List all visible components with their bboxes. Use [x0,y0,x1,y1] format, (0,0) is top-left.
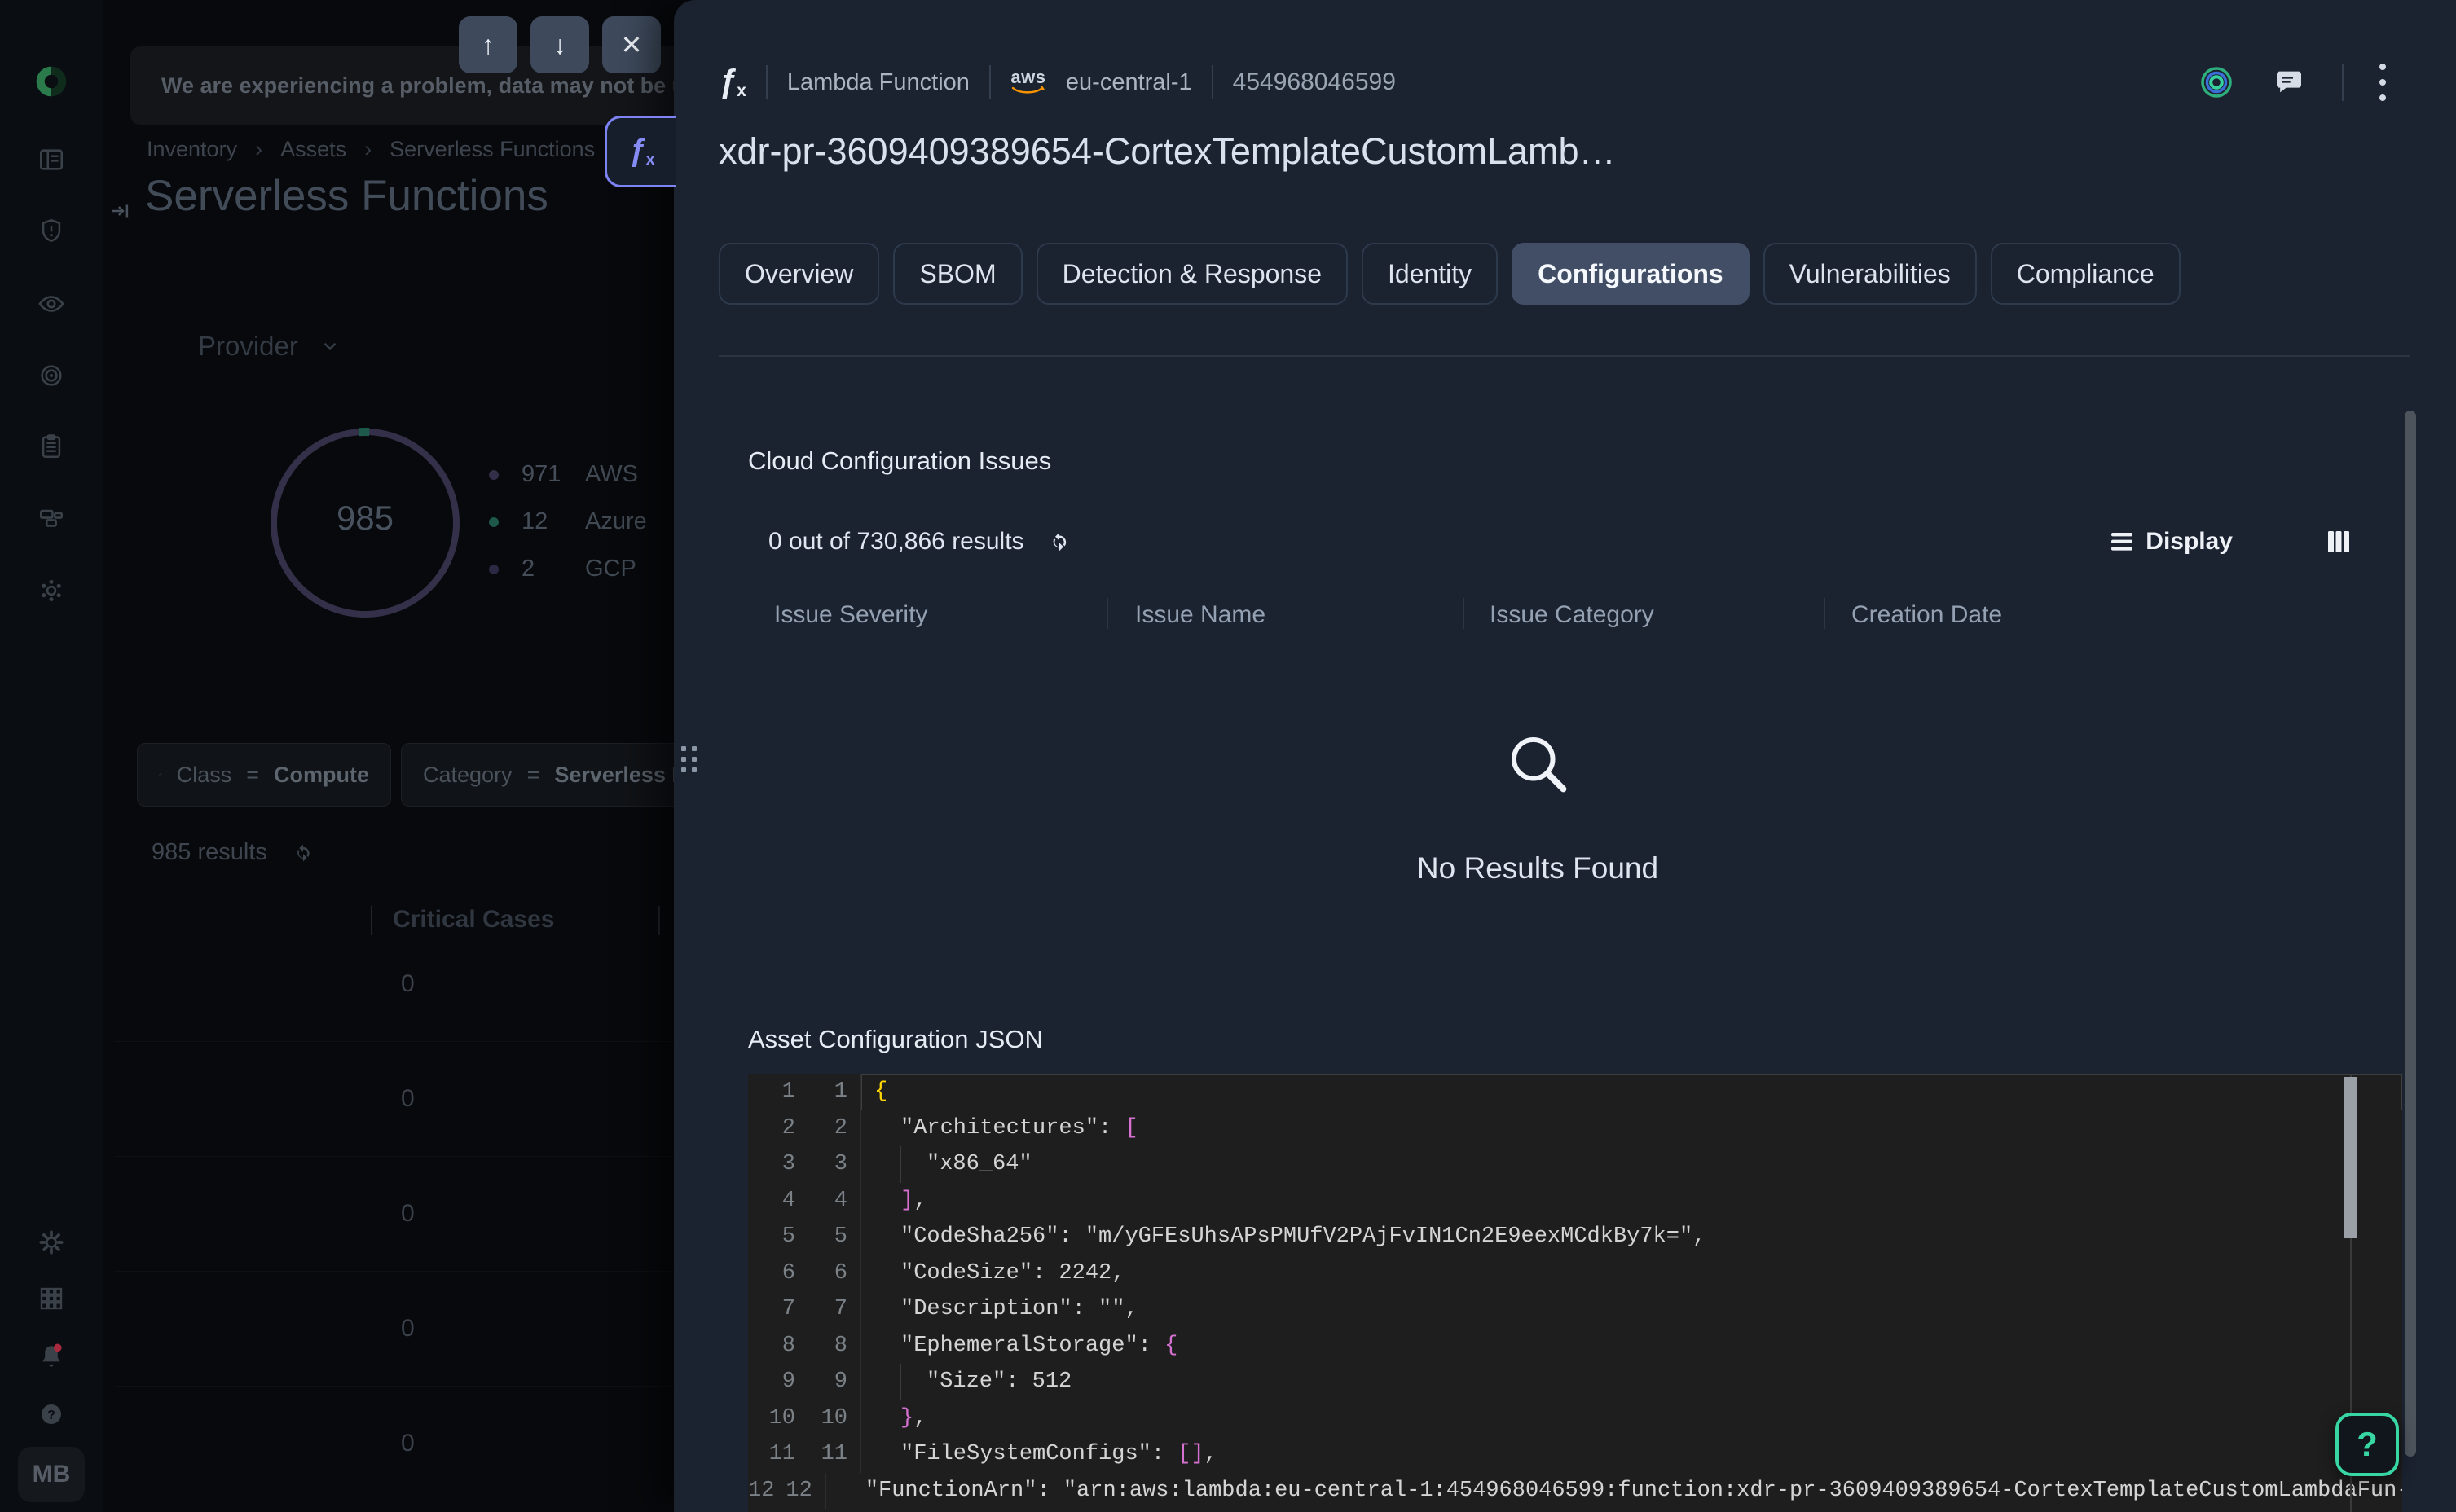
assets-blocks-icon[interactable] [33,501,69,537]
cortex-logo[interactable] [33,64,69,99]
azure-legend-dot [489,517,499,527]
help-circle-icon[interactable]: ? [33,1396,69,1432]
help-button[interactable]: ? [2335,1413,2399,1476]
app-sidebar: ? MB [0,0,103,1512]
no-results-text: No Results Found [1417,851,1658,886]
columns-icon[interactable] [2327,530,2350,553]
table-row[interactable]: 0 [401,1085,415,1113]
column-header-issue-severity[interactable]: Issue Severity [774,601,927,629]
column-header-issue-name[interactable]: Issue Name [1135,601,1265,629]
search-icon [1503,729,1572,798]
code-line: 88"EphemeralStorage": { [748,1328,2402,1365]
banner-close-button[interactable]: ✕ [602,16,661,73]
chevron-down-icon [319,336,341,357]
code-line: 22"Architectures": [ [748,1110,2402,1147]
breadcrumb: Inventory › Assets › Serverless Function… [147,137,595,162]
panel-edge-lambda-tab[interactable]: ƒx [605,116,676,187]
filter-pill-class[interactable]: Class = Compute [137,743,391,807]
code-line: 33"x86_64" [748,1146,2402,1183]
column-header-critical-cases[interactable]: Critical Cases [393,906,554,934]
provider-dropdown[interactable]: Provider [198,331,341,362]
gcp-legend-dot [489,565,499,574]
code-line: 44], [748,1183,2402,1220]
panel-tabs: Overview SBOM Detection & Response Ident… [719,243,2181,305]
table-row[interactable]: 0 [401,1200,415,1228]
display-control: Display [2111,528,2350,556]
risk-ring-icon[interactable] [2197,63,2236,102]
tab-detection-response[interactable]: Detection & Response [1037,243,1348,305]
arrow-down-icon: ↓ [553,30,566,60]
apps-grid-icon[interactable] [33,1281,69,1316]
code-line: 1111"FileSystemConfigs": [], [748,1436,2402,1473]
code-line: 77"Description": "", [748,1291,2402,1328]
panel-scrollbar[interactable] [2405,411,2416,1457]
notifications-bell-icon[interactable] [33,1338,69,1374]
panel-header: ƒx Lambda Function aws eu-central-1 4549… [719,59,1396,106]
donut-total: 985 [259,499,471,538]
lambda-fx-icon: ƒx [628,134,654,169]
lambda-fx-icon: ƒx [719,64,746,101]
table-row[interactable]: 0 [401,1430,415,1457]
aws-logo-icon: aws [1010,68,1046,96]
legend-item-aws[interactable]: 971 AWS [489,461,638,488]
svg-text:?: ? [47,1409,55,1422]
tab-identity[interactable]: Identity [1362,243,1498,305]
code-line: 99"Size": 512 [748,1364,2402,1400]
code-line: 11{ [748,1074,2402,1110]
tab-vulnerabilities[interactable]: Vulnerabilities [1763,243,1977,305]
investigation-eye-icon[interactable] [33,286,69,322]
page-title: Serverless Functions [145,171,548,221]
collapse-panel-icon[interactable] [108,199,134,227]
comment-icon[interactable] [2272,66,2306,99]
tab-overview[interactable]: Overview [719,243,879,305]
legend-item-gcp[interactable]: 2 GCP [489,556,636,582]
code-line: 55"CodeSha256": "m/yGFEsUhsAPsPMUfV2PAjF… [748,1219,2402,1255]
asset-type-label: Lambda Function [787,69,970,96]
display-button[interactable]: Display [2111,528,2233,556]
issues-results-count: 0 out of 730,866 results [768,528,1072,556]
incidents-shield-icon[interactable] [33,213,69,248]
column-header-creation-date[interactable]: Creation Date [1851,601,2002,629]
refresh-icon[interactable] [292,842,315,864]
hamburger-icon [2111,533,2132,551]
lock-icon [159,765,162,785]
empty-state: No Results Found [674,729,2401,886]
reports-clipboard-icon[interactable] [33,429,69,464]
breadcrumb-inventory[interactable]: Inventory [147,137,237,162]
banner-up-button[interactable]: ↑ [459,16,517,73]
panel-header-actions [2197,59,2386,106]
threat-intel-target-icon[interactable] [33,358,69,393]
more-options-kebab-icon[interactable] [2379,64,2386,101]
arrow-up-icon: ↑ [482,30,495,60]
tab-sbom[interactable]: SBOM [893,243,1022,305]
json-code-editor[interactable]: 11{22"Architectures": [33"x86_64"44],55"… [748,1074,2402,1512]
legend-item-azure[interactable]: 12 Azure [489,508,647,535]
tab-compliance[interactable]: Compliance [1991,243,2181,305]
table-row[interactable]: 0 [401,970,415,998]
asset-title: xdr-pr-3609409389654-CortexTemplateCusto… [719,130,1616,173]
dashboards-icon[interactable] [33,142,69,178]
table-row[interactable]: 0 [401,1315,415,1343]
user-avatar[interactable]: MB [18,1447,85,1502]
filter-pill-category[interactable]: Category = Serverless F [401,743,674,807]
automation-network-icon[interactable] [33,573,69,609]
refresh-icon[interactable] [1047,530,1072,554]
settings-gear-icon[interactable] [33,1224,69,1260]
section-heading-cloud-config-issues: Cloud Configuration Issues [748,446,1051,476]
code-line: 66"CodeSize": 2242, [748,1255,2402,1292]
close-icon: ✕ [621,29,643,60]
tab-configurations[interactable]: Configurations [1512,243,1750,305]
code-line: 1212"FunctionArn": "arn:aws:lambda:eu-ce… [748,1473,2402,1510]
aws-legend-dot [489,470,499,480]
breadcrumb-assets[interactable]: Assets [280,137,346,162]
code-line: 1010}, [748,1400,2402,1437]
section-heading-asset-config-json: Asset Configuration JSON [748,1025,1043,1054]
background-results-count: 985 results [152,839,315,866]
region-label: eu-central-1 [1066,69,1192,96]
editor-scrollbar[interactable] [2344,1077,2357,1238]
banner-down-button[interactable]: ↓ [530,16,589,73]
breadcrumb-serverless[interactable]: Serverless Functions [390,137,595,162]
account-id: 454968046599 [1233,68,1396,96]
column-header-issue-category[interactable]: Issue Category [1490,601,1654,629]
